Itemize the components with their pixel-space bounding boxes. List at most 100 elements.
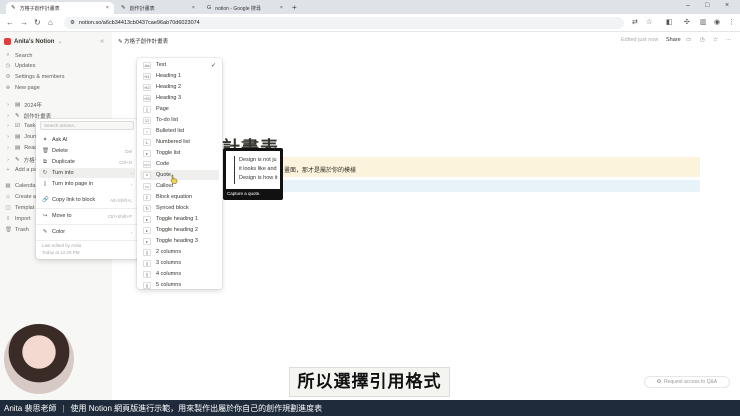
- menu-item-turn-into-page[interactable]: ▯ Turn into page in ›: [39, 179, 135, 189]
- forward-icon[interactable]: →: [20, 18, 28, 27]
- sidebar-item-calendar[interactable]: ▦ Calenda: [5, 183, 35, 189]
- menu-dots-icon[interactable]: ⋮: [728, 18, 735, 26]
- breadcrumb[interactable]: ✎ 方格子創作計畫表: [118, 37, 168, 45]
- turn-into-synced[interactable]: ↻ Synced block: [140, 203, 219, 213]
- link-icon: 🔗: [42, 197, 49, 203]
- turn-into-todo[interactable]: ☑ To-do list: [140, 115, 219, 125]
- video-subtitle: 所以選擇引用格式: [289, 367, 450, 397]
- selected-block[interactable]: [280, 180, 700, 192]
- sidebar-item-search[interactable]: ⌕ Search: [5, 52, 32, 59]
- turn-into-5-columns[interactable]: ∥ 5 columns: [140, 280, 219, 290]
- request-qa-button[interactable]: ✪ Request access to Q&A: [644, 376, 730, 388]
- callout-text[interactable]: 畫面，那才是屬於你的模樣: [284, 165, 356, 174]
- heading-1-icon: H1: [143, 72, 151, 80]
- sidebar-item-new-page[interactable]: ⊕ New page: [5, 85, 40, 91]
- new-tab-icon[interactable]: +: [292, 3, 297, 12]
- turn-into-heading-1[interactable]: H1 Heading 1: [140, 71, 219, 81]
- close-tab-icon[interactable]: ×: [106, 5, 109, 11]
- menu-item-color[interactable]: ✎ Color ›: [39, 227, 135, 237]
- submenu-item-label: Quote: [156, 172, 171, 178]
- turn-into-heading-2[interactable]: H2 Heading 2: [140, 82, 219, 92]
- turn-into-text[interactable]: Aa Text ✓: [140, 60, 219, 70]
- plus-icon: ⊕: [5, 85, 11, 91]
- turn-into-toggle-list[interactable]: ▸ Toggle list: [140, 148, 219, 158]
- bookmark-star-icon[interactable]: ☆: [646, 18, 652, 26]
- chevron-right-icon: ›: [7, 102, 9, 108]
- tab-3[interactable]: G notion - Google 搜尋 ×: [202, 2, 288, 14]
- tab-label: notion - Google 搜尋: [215, 5, 261, 12]
- turn-into-callout[interactable]: ▭ Callout: [140, 181, 219, 191]
- block-actions-menu: Search actions... ✦ Ask AI 🗑 Delete Del ⧉ Du…: [36, 119, 138, 259]
- notion-favicon-icon: ✎: [11, 5, 16, 11]
- turn-into-code[interactable]: </> Code: [140, 159, 219, 169]
- maximize-icon[interactable]: □: [705, 2, 709, 9]
- turn-into-equation[interactable]: Σ Block equation: [140, 192, 219, 202]
- heading-2-icon: H2: [143, 83, 151, 91]
- turn-into-bulleted[interactable]: • Bulleted list: [140, 126, 219, 136]
- turn-into-heading-3[interactable]: H3 Heading 3: [140, 93, 219, 103]
- menu-item-duplicate[interactable]: ⧉ Duplicate Ctrl+D: [39, 157, 135, 167]
- star-icon[interactable]: ☆: [713, 37, 718, 43]
- sidebar-add-page[interactable]: + Add a pa: [5, 167, 37, 173]
- collapse-sidebar-icon[interactable]: «: [100, 38, 104, 45]
- sidebar-item-settings[interactable]: ⚙ Settings & members: [5, 74, 65, 80]
- page-icon: ▤: [15, 134, 21, 140]
- menu-item-turn-into[interactable]: ↻ Turn into ›: [39, 168, 135, 178]
- sidebar-item-import[interactable]: ⇩ Import: [5, 216, 31, 222]
- turn-into-toggle-h2[interactable]: ▸ Toggle heading 2: [140, 225, 219, 235]
- home-icon[interactable]: ⌂: [48, 18, 53, 27]
- sidebar-item-templates[interactable]: ◫ Templat: [5, 205, 34, 211]
- menu-item-ask-ai[interactable]: ✦ Ask AI: [39, 135, 135, 145]
- site-info-icon[interactable]: ⚙: [70, 20, 75, 26]
- extension-icon[interactable]: ◧: [666, 18, 673, 26]
- tab-2[interactable]: ✎ 創作計畫表 ×: [116, 2, 200, 14]
- minimize-icon[interactable]: –: [686, 2, 690, 9]
- code-icon: </>: [143, 160, 151, 168]
- menu-item-move-to[interactable]: ↪ Move to Ctrl+Shift+P: [39, 211, 135, 221]
- quote-icon: ❝: [143, 171, 151, 179]
- preview-line: Design is not ju: [239, 157, 277, 163]
- workspace-switcher[interactable]: Anita's Notion ⌄: [4, 38, 62, 45]
- close-window-icon[interactable]: ×: [725, 2, 729, 9]
- sidebar-item-trash[interactable]: 🗑 Trash: [5, 227, 29, 233]
- toggle-icon: ▸: [143, 149, 151, 157]
- share-button[interactable]: Share: [666, 37, 681, 43]
- menu-item-label: Copy link to block: [52, 197, 96, 203]
- back-icon[interactable]: ←: [6, 18, 14, 27]
- turn-into-2-columns[interactable]: ∥ 2 columns: [140, 247, 219, 257]
- turn-into-3-columns[interactable]: ∥ 3 columns: [140, 258, 219, 268]
- submenu-item-label: Heading 1: [156, 73, 182, 79]
- gear-icon: ⚙: [5, 74, 11, 80]
- turn-into-toggle-h3[interactable]: ▸ Toggle heading 3: [140, 236, 219, 246]
- sidebar-page-2024[interactable]: › ▤ 2024年: [5, 101, 42, 109]
- submenu-item-label: Numbered list: [156, 139, 190, 145]
- turn-into-numbered[interactable]: 1. Numbered list: [140, 137, 219, 147]
- submenu-item-label: Text: [156, 62, 167, 68]
- close-tab-icon[interactable]: ×: [192, 5, 195, 11]
- search-actions-input[interactable]: Search actions...: [40, 121, 134, 130]
- reload-icon[interactable]: ↻: [34, 18, 41, 27]
- sidebar-page-fangezi[interactable]: › ✎ 方格子: [5, 156, 40, 164]
- comment-icon[interactable]: ▭: [686, 37, 691, 43]
- turn-into-toggle-h1[interactable]: ▸ Toggle heading 1: [140, 214, 219, 224]
- close-tab-icon[interactable]: ×: [280, 5, 283, 11]
- tab-active[interactable]: ✎ 方格子創作計畫表 ×: [6, 2, 114, 14]
- turn-into-quote[interactable]: ❝ Quote: [140, 170, 219, 180]
- sidebar-item-updates[interactable]: ◷ Updates: [5, 63, 36, 69]
- clock-icon[interactable]: ◷: [700, 37, 705, 43]
- turn-into-page[interactable]: ▯ Page: [140, 104, 219, 114]
- turn-into-4-columns[interactable]: ∥ 4 columns: [140, 269, 219, 279]
- menu-item-delete[interactable]: 🗑 Delete Del: [39, 146, 135, 156]
- submenu-item-label: To-do list: [156, 117, 179, 123]
- shortcut-hint: Alt+Shift+L: [109, 197, 132, 203]
- profile-icon[interactable]: ◉: [714, 18, 720, 26]
- sidebar-item-create[interactable]: ☺ Create a: [5, 194, 36, 200]
- extensions-puzzle-icon[interactable]: ✣: [684, 18, 690, 26]
- chevron-down-icon: ⌄: [57, 39, 63, 45]
- more-icon[interactable]: ⋯: [726, 37, 732, 43]
- menu-item-copy-link[interactable]: 🔗 Copy link to block Alt+Shift+L: [39, 195, 135, 205]
- url-input[interactable]: ⚙ notion.so/a6cb34413cb0437cae96ab70d602…: [64, 17, 624, 29]
- translate-icon[interactable]: ⇄: [632, 18, 638, 26]
- trash-icon: 🗑: [42, 148, 49, 154]
- sidebar-icon[interactable]: ▥: [700, 18, 707, 26]
